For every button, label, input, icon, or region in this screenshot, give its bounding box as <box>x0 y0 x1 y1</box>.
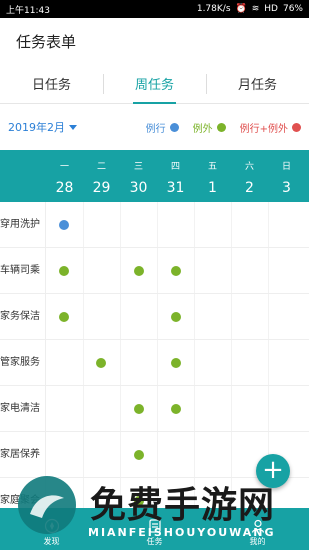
battery-level: 76% <box>282 4 303 14</box>
task-dot-green[interactable] <box>171 266 181 276</box>
task-row-label: 管家服务 <box>0 340 46 385</box>
week-date[interactable]: 1 <box>194 180 231 196</box>
app-bar: 任务表单 <box>0 18 309 64</box>
weekday-label: 四 <box>170 162 180 172</box>
task-dot-green[interactable] <box>134 496 144 506</box>
network-speed: 1.78K/s <box>196 4 231 14</box>
legend-both-dot <box>292 122 301 132</box>
nav-discover[interactable]: 发现 <box>0 508 103 550</box>
legend-exception-dot <box>216 122 226 132</box>
legend-both: 例行+例外 <box>240 120 301 135</box>
filter-bar: 2019年2月 例行 例外 例行+例外 <box>0 104 309 150</box>
legend-routine-dot <box>169 122 179 132</box>
task-dot-green[interactable] <box>134 266 144 276</box>
nav-mine-label: 我的 <box>249 537 266 546</box>
task-row-label: 车辆司乘 <box>0 248 46 293</box>
tab-week[interactable]: 周任务 <box>103 64 206 104</box>
status-bar: 上午11:43 1.78K/s ⏰ ≋ HD 76% <box>0 0 309 18</box>
weekday-label: 六 <box>244 162 254 172</box>
task-dot-green[interactable] <box>96 358 106 368</box>
status-right: 1.78K/s ⏰ ≋ HD 76% <box>197 4 303 14</box>
legend-exception-label: 例外 <box>192 123 213 135</box>
tab-bar: 日任务 周任务 月任务 <box>0 64 309 104</box>
signal-label: HD <box>264 4 278 14</box>
weekday-label: 一 <box>59 162 69 172</box>
task-dot-green[interactable] <box>59 312 69 322</box>
tab-day[interactable]: 日任务 <box>0 64 103 103</box>
page-title: 任务表单 <box>16 32 77 51</box>
week-date[interactable]: 29 <box>83 180 120 196</box>
weekday-label: 二 <box>96 162 106 172</box>
weekday-label: 日 <box>281 162 291 172</box>
tab-month[interactable]: 月任务 <box>206 64 309 103</box>
task-row-label: 家居保养 <box>0 432 46 477</box>
task-dot-green[interactable] <box>134 450 144 460</box>
wifi-icon: ≋ <box>251 4 260 14</box>
task-row: 车辆司乘 <box>0 248 309 294</box>
legend-routine-label: 例行 <box>145 123 166 135</box>
task-icon <box>148 519 161 533</box>
user-icon <box>251 519 264 533</box>
nav-task[interactable]: 任务 <box>103 508 206 550</box>
task-grid: 穿用洗护 车辆司乘 家务保洁 管家服务 家电清洁 家居保养 家庭聚会 <box>0 202 309 550</box>
legend-routine: 例行 <box>146 120 179 135</box>
legend-exception: 例外 <box>193 120 226 135</box>
week-date[interactable]: 28 <box>46 180 83 196</box>
bottom-nav: 发现 任务 我的 <box>0 508 309 550</box>
week-header: 一 28 二 29 三 30 四 31 五 1 六 2 日 3 <box>0 150 309 202</box>
week-date[interactable]: 31 <box>157 180 194 196</box>
week-date[interactable]: 3 <box>268 180 305 196</box>
nav-mine[interactable]: 我的 <box>206 508 309 550</box>
task-dot-blue[interactable] <box>59 220 69 230</box>
task-row: 家电清洁 <box>0 386 309 432</box>
task-row: 管家服务 <box>0 340 309 386</box>
alarm-icon: ⏰ <box>235 4 247 14</box>
task-row-label: 家电清洁 <box>0 386 46 431</box>
weekday-label: 三 <box>133 162 143 172</box>
task-dot-green[interactable] <box>59 266 69 276</box>
task-dot-green[interactable] <box>171 358 181 368</box>
add-task-button[interactable]: + <box>256 454 290 488</box>
weekday-label: 五 <box>207 162 217 172</box>
nav-task-label: 任务 <box>146 537 163 546</box>
month-label: 2019年2月 <box>8 121 65 134</box>
task-row: 穿用洗护 <box>0 202 309 248</box>
nav-discover-label: 发现 <box>43 537 60 546</box>
task-dot-green[interactable] <box>171 312 181 322</box>
legend-both-label: 例行+例外 <box>239 123 288 135</box>
week-date[interactable]: 30 <box>120 180 157 196</box>
week-date[interactable]: 2 <box>231 180 268 196</box>
task-row: 家务保洁 <box>0 294 309 340</box>
task-dot-green[interactable] <box>171 404 181 414</box>
status-time: 上午11:43 <box>6 5 50 16</box>
caret-down-icon <box>69 124 77 130</box>
compass-icon <box>44 518 59 534</box>
month-selector[interactable]: 2019年2月 <box>8 119 77 135</box>
task-dot-green[interactable] <box>134 404 144 414</box>
task-row-label: 家务保洁 <box>0 294 46 339</box>
task-row-label: 穿用洗护 <box>0 202 46 247</box>
